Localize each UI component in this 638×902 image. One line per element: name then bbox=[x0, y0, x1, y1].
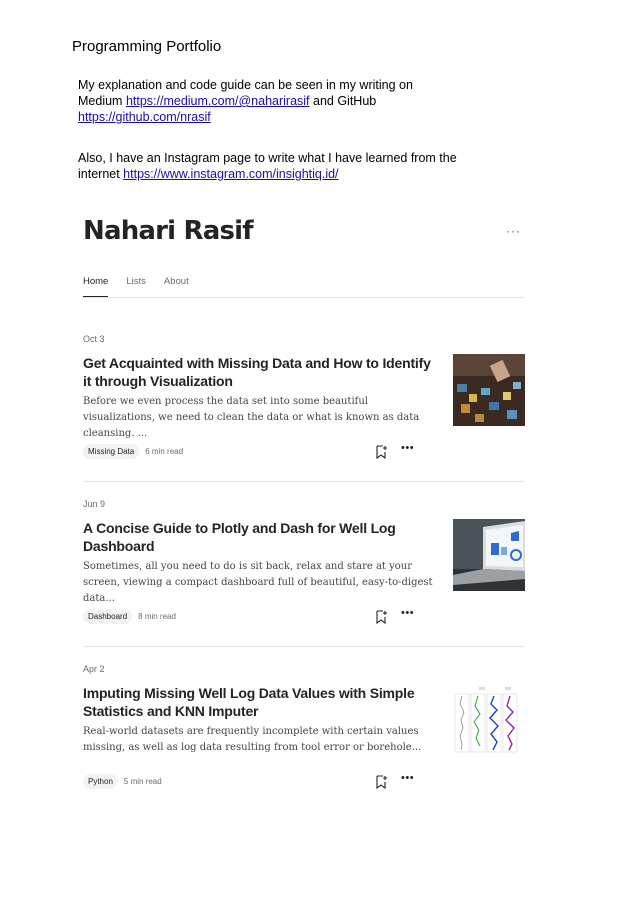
bookmark-add-icon[interactable] bbox=[375, 775, 387, 789]
post-card[interactable]: Jun 9 A Concise Guide to Plotly and Dash… bbox=[83, 499, 525, 647]
post-footer: Missing Data 6 min read bbox=[83, 444, 183, 459]
laptop-dashboard-thumbnail[interactable] bbox=[453, 519, 525, 591]
bookmark-add-icon[interactable] bbox=[375, 610, 387, 624]
more-icon[interactable]: ••• bbox=[401, 442, 414, 454]
post-excerpt: Sometimes, all you need to do is sit bac… bbox=[83, 561, 433, 604]
post-date: Jun 9 bbox=[83, 499, 106, 509]
read-time: 6 min read bbox=[145, 447, 184, 456]
well-log-plot-thumbnail[interactable] bbox=[453, 684, 525, 756]
github-link[interactable]: https://github.com/nrasif bbox=[78, 110, 211, 124]
puzzle-photo-thumbnail[interactable] bbox=[453, 354, 525, 426]
post-title[interactable]: Imputing Missing Well Log Data Values wi… bbox=[83, 684, 433, 720]
post-footer: Python 5 min read bbox=[83, 774, 162, 789]
more-icon[interactable]: ••• bbox=[401, 772, 414, 784]
instagram-link[interactable]: https://www.instagram.com/insightiq.id/ bbox=[123, 167, 338, 181]
instagram-paragraph: Also, I have an Instagram page to write … bbox=[78, 150, 458, 182]
tab-about[interactable]: About bbox=[164, 275, 189, 297]
well-log-plot-icon bbox=[453, 684, 525, 756]
post-title[interactable]: Get Acquainted with Missing Data and How… bbox=[83, 354, 433, 390]
more-icon[interactable]: ••• bbox=[401, 607, 414, 619]
profile-tabs: Home Lists About bbox=[83, 275, 525, 298]
post-card[interactable]: Apr 2 Imputing Missing Well Log Data Val… bbox=[83, 664, 525, 811]
post-tag[interactable]: Missing Data bbox=[83, 444, 140, 459]
post-excerpt: Real-world datasets are frequently incom… bbox=[83, 726, 422, 753]
post-card[interactable]: Oct 3 Get Acquainted with Missing Data a… bbox=[83, 334, 525, 482]
bookmark-add-icon[interactable] bbox=[375, 445, 387, 459]
tab-home[interactable]: Home bbox=[83, 275, 109, 297]
medium-profile-screenshot: Nahari Rasif ··· Home Lists About Oct 3 … bbox=[83, 208, 525, 789]
paragraph-text: and GitHub bbox=[309, 94, 377, 108]
document-title: Programming Portfolio bbox=[72, 38, 222, 55]
post-tag[interactable]: Dashboard bbox=[83, 609, 133, 624]
post-date: Oct 3 bbox=[83, 334, 105, 344]
read-time: 5 min read bbox=[123, 777, 162, 786]
read-time: 8 min read bbox=[138, 612, 176, 621]
profile-name: Nahari Rasif bbox=[83, 216, 254, 246]
medium-github-paragraph: My explanation and code guide can be see… bbox=[78, 77, 458, 125]
medium-link[interactable]: https://medium.com/@naharirasif bbox=[126, 94, 310, 108]
post-excerpt: Before we even process the data set into… bbox=[83, 396, 420, 439]
post-title[interactable]: A Concise Guide to Plotly and Dash for W… bbox=[83, 519, 433, 555]
more-options-icon[interactable]: ··· bbox=[506, 224, 521, 238]
post-date: Apr 2 bbox=[83, 664, 105, 674]
puzzle-photo-icon bbox=[453, 354, 525, 426]
post-tag[interactable]: Python bbox=[83, 774, 118, 789]
laptop-dashboard-icon bbox=[453, 519, 525, 591]
tab-lists[interactable]: Lists bbox=[126, 275, 146, 297]
post-footer: Dashboard 8 min read bbox=[83, 609, 176, 624]
